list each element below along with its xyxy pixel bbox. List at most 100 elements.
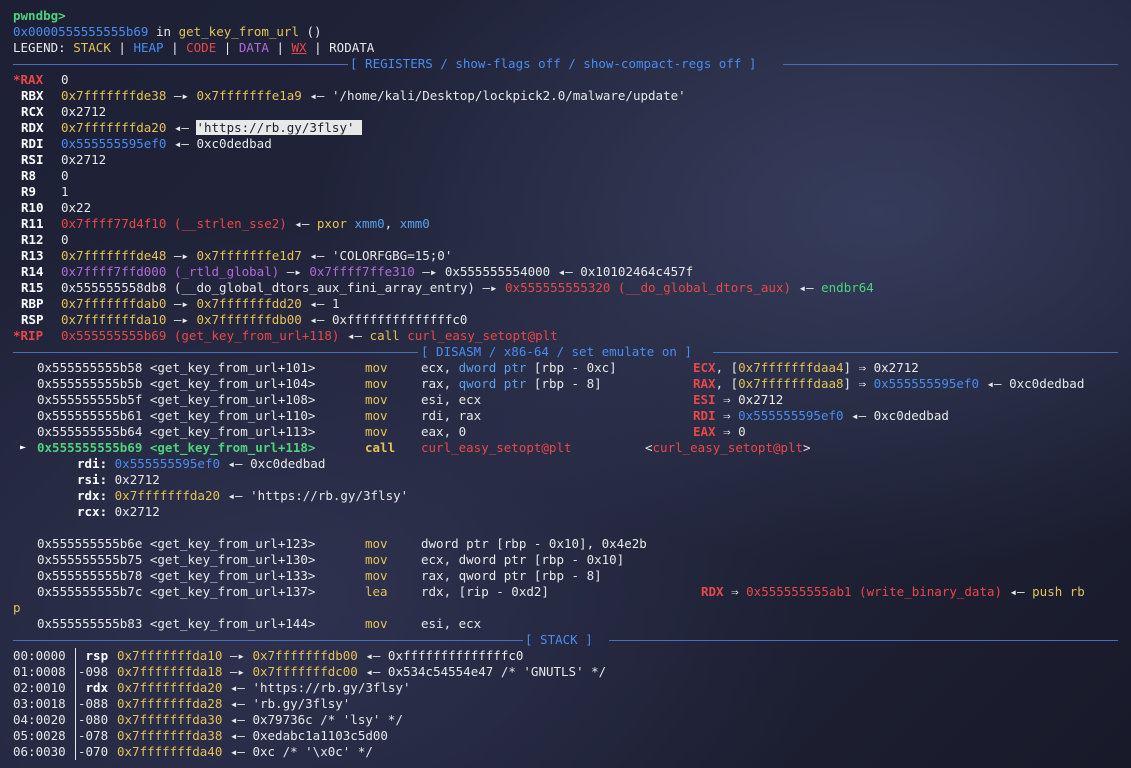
disasm-address: 0x555555555b61 <get_key_from_url+110> bbox=[37, 408, 316, 423]
stack-entry: 0x7fffffffda18 —▸ 0x7fffffffdc00 ◂— 0x53… bbox=[117, 664, 606, 680]
disasm-address: 0x555555555b6e <get_key_from_url+123> bbox=[37, 536, 316, 551]
text-segment: ◂— 0xedabc1a1103c5d00 bbox=[222, 728, 388, 743]
text-segment: ⇒ 0x2712 bbox=[715, 392, 784, 407]
text-segment: 0x7ffff7ffd000 (_rtld_global) bbox=[61, 264, 280, 279]
disasm-title: [ DISASM / x86-64 / set emulate on ] bbox=[421, 344, 692, 359]
register-r15: R15 0x555555558db8 (__do_global_dtors_aux… bbox=[13, 280, 874, 296]
text-segment: R8 bbox=[21, 168, 37, 183]
text-segment: 0x10102464c457f bbox=[580, 264, 694, 279]
stack-index: 03:0018 bbox=[13, 696, 66, 711]
text-segment: endbr64 bbox=[821, 280, 874, 295]
text-segment: 0xffffffffffffffc0 bbox=[331, 312, 468, 327]
disasm-mnemonic: lea bbox=[365, 584, 388, 599]
text-segment: ◂— 0xc0dedbad bbox=[220, 456, 326, 471]
text-segment: 0x555555595ef0 bbox=[114, 456, 220, 471]
text-segment: —▸ bbox=[166, 88, 197, 103]
text-segment: ◂— bbox=[301, 88, 332, 103]
disasm-emulation: ECX, [0x7fffffffdaa4] ⇒ 0x2712 bbox=[693, 360, 919, 376]
disasm-mnemonic: mov bbox=[365, 552, 388, 567]
disasm-address: 0x555555555b58 <get_key_from_url+101> bbox=[37, 360, 316, 375]
text-segment: ⇒ 0 bbox=[715, 424, 746, 439]
disasm-emulation: RAX, [0x7fffffffdaa8] ⇒ 0x555555595ef0 ◂… bbox=[693, 376, 1084, 392]
text-segment: RSI bbox=[21, 152, 44, 167]
text-segment: | bbox=[110, 40, 134, 55]
selected-url-text[interactable]: 'https://rb.gy/3flsy' bbox=[196, 120, 355, 135]
text-segment: R9 bbox=[21, 184, 37, 199]
text-segment: ⇒ bbox=[723, 584, 747, 599]
text-segment: —▸ bbox=[474, 280, 506, 295]
disasm-operands: rdi, rax bbox=[421, 408, 482, 423]
current-location: 0x0000555555555b69 in get_key_from_url (… bbox=[13, 24, 322, 40]
text-segment: 0x555555555b69 (get_key_from_url+118) bbox=[61, 328, 340, 343]
text-segment: ◂— bbox=[166, 136, 197, 151]
text-segment: , [ bbox=[715, 360, 739, 375]
disasm-emulation: RDI ⇒ 0x555555595ef0 ◂— 0xc0dedbad bbox=[693, 408, 949, 424]
text-segment: 0x7fffffffda20 bbox=[61, 120, 167, 135]
disasm-emulation: EAX ⇒ 0 bbox=[693, 424, 746, 440]
text-segment: | bbox=[306, 40, 330, 55]
text-segment: 0x555555558db8 (__do_global_dtors_aux_fi… bbox=[61, 280, 475, 295]
text-segment: 0 bbox=[61, 232, 69, 247]
text-segment: '/home/kali/Desktop/lockpick2.0/malware/… bbox=[331, 88, 686, 103]
text-segment: 0x22 bbox=[61, 200, 92, 215]
text-segment: ◂— 0x534c54554e47 /* 'GNUTLS' */ bbox=[357, 664, 607, 679]
text-segment: ◂— bbox=[166, 120, 197, 135]
disasm-mnemonic: mov bbox=[365, 424, 388, 439]
text-segment: rdx: bbox=[77, 488, 108, 503]
register-rsp: RSP 0x7fffffffda10 —▸ 0x7fffffffdb00 ◂— 0… bbox=[13, 312, 467, 328]
text-segment: RDX bbox=[21, 120, 44, 135]
register-rcx: RCX 0x2712 bbox=[13, 104, 106, 120]
register-rax: *RAX 0 bbox=[13, 72, 69, 88]
disasm-mnemonic: mov bbox=[365, 360, 388, 375]
text-segment: | bbox=[268, 40, 292, 55]
registers-separator: [ REGISTERS / show-flags off / show-comp… bbox=[13, 56, 1118, 72]
text-segment: 1 bbox=[331, 296, 340, 311]
text-segment: 0x7fffffffda18 bbox=[117, 664, 223, 679]
disasm-address: 0x555555555b7c <get_key_from_url+137> bbox=[37, 584, 316, 599]
text-segment: 0x7fffffffda20 bbox=[114, 488, 220, 503]
stack-offset: -080 bbox=[78, 712, 116, 727]
disasm-address: 0x555555555b5f <get_key_from_url+108> bbox=[37, 392, 316, 407]
text-segment: LEGEND: bbox=[13, 40, 74, 55]
text-segment bbox=[107, 472, 115, 487]
text-segment: 0x7fffffffdb00 bbox=[196, 312, 302, 327]
text-segment: rdi: bbox=[77, 456, 108, 471]
text-segment: R10 bbox=[21, 200, 44, 215]
current-instruction-address: 0x555555555b69 <get_key_from_url+118> bbox=[37, 440, 316, 455]
text-segment: > bbox=[803, 440, 811, 455]
text-segment: ◂— 'https://rb.gy/3flsy' bbox=[222, 680, 411, 695]
text-segment: pxor bbox=[316, 216, 347, 231]
disasm-mnemonic: mov bbox=[365, 568, 388, 583]
stack-entry: 0x7fffffffda40 ◂— 0xc /* '\x0c' */ bbox=[117, 744, 373, 760]
text-segment: curl_easy_setopt@plt bbox=[652, 440, 804, 455]
text-segment: 0x7fffffffdd20 bbox=[196, 296, 302, 311]
legend-wx: WX bbox=[291, 40, 307, 55]
text-segment: —▸ bbox=[166, 296, 197, 311]
text-segment: —▸ bbox=[222, 664, 253, 679]
text-segment bbox=[354, 120, 363, 135]
text-segment: 0x555555595ef0 bbox=[738, 408, 844, 423]
text-segment: RSP bbox=[21, 312, 44, 327]
register-rdi: RDI 0x555555595ef0 ◂— 0xc0dedbad bbox=[13, 136, 272, 152]
stack-index: 02:0010 bbox=[13, 680, 66, 695]
disasm-operands: ecx, dword ptr [rbp - 0xc] bbox=[421, 360, 617, 376]
text-segment: in bbox=[148, 24, 179, 39]
text-segment: ecx, bbox=[421, 360, 459, 375]
call-arg-rdi: rdi: 0x555555595ef0 ◂— 0xc0dedbad bbox=[77, 456, 325, 472]
current-instruction-symbol: <curl_easy_setopt@plt> bbox=[645, 440, 811, 456]
stack-entry: 0x7fffffffda28 ◂— 'rb.gy/3flsy' bbox=[117, 696, 350, 712]
disasm-address: 0x555555555b5b <get_key_from_url+104> bbox=[37, 376, 316, 391]
stack-index: 05:0028 bbox=[13, 728, 66, 743]
stack-offset: rdx bbox=[78, 680, 116, 695]
terminal-window[interactable]: pwndbg> 0x0000555555555b69 in get_key_fr… bbox=[0, 0, 1131, 768]
text-segment bbox=[107, 504, 115, 519]
text-segment: R15 bbox=[21, 280, 44, 295]
disasm-mnemonic: mov bbox=[365, 392, 388, 407]
text-segment: RDX bbox=[701, 584, 724, 599]
text-segment: —▸ bbox=[222, 648, 253, 663]
text-segment: curl_easy_setopt@plt bbox=[407, 328, 558, 343]
text-segment: ◂— 0xc /* '\x0c' */ bbox=[222, 744, 373, 759]
disasm-address: 0x555555555b83 <get_key_from_url+144> bbox=[37, 616, 316, 631]
text-segment bbox=[107, 456, 115, 471]
separator-line bbox=[783, 64, 1118, 65]
